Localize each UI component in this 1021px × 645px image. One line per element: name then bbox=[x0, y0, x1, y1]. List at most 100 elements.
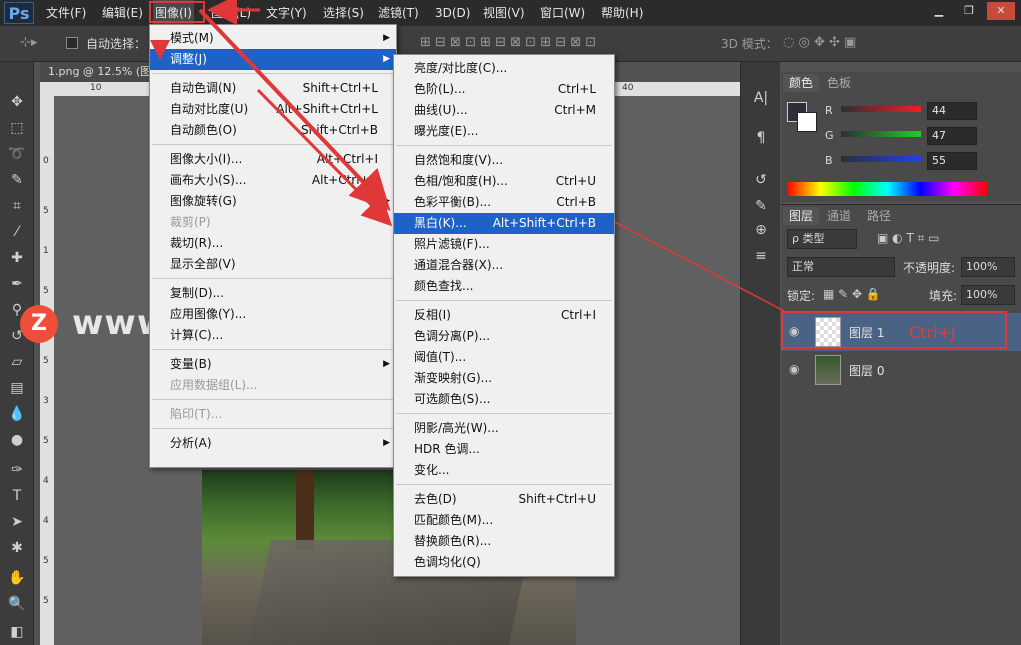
image-menu-item[interactable]: 变量(B) ▶ bbox=[150, 354, 396, 375]
menu-window[interactable]: 窗口(W) bbox=[538, 0, 587, 26]
lasso-icon[interactable]: ➰ bbox=[6, 144, 28, 164]
lock-icons[interactable]: ▦ ✎ ✥ 🔒 bbox=[823, 287, 881, 301]
adjust-menu-item[interactable]: 照片滤镜(F)... bbox=[394, 234, 614, 255]
color-spectrum-bar[interactable] bbox=[787, 182, 987, 196]
menu-select[interactable]: 选择(S) bbox=[321, 0, 366, 26]
adjust-menu-item[interactable]: 可选颜色(S)... bbox=[394, 389, 614, 410]
tool-presets-icon[interactable]: ✎ bbox=[751, 198, 771, 218]
adjust-menu-item[interactable]: 色调分离(P)... bbox=[394, 326, 614, 347]
visibility-eye-icon[interactable]: ◉ bbox=[789, 362, 799, 376]
menu-edit[interactable]: 编辑(E) bbox=[100, 0, 145, 26]
image-menu-item[interactable]: 自动色调(N) Shift+Ctrl+L bbox=[150, 78, 396, 99]
3d-tool-icons[interactable]: ◌ ◎ ✥ ✣ ▣ bbox=[783, 35, 856, 50]
menu-help[interactable]: 帮助(H) bbox=[599, 0, 645, 26]
image-menu-item[interactable]: 自动对比度(U) Alt+Shift+Ctrl+L bbox=[150, 99, 396, 120]
tab-swatches[interactable]: 色板 bbox=[821, 74, 857, 92]
image-menu-item[interactable]: 复制(D)... bbox=[150, 283, 396, 304]
adjust-menu-item[interactable]: 反相(I) Ctrl+I bbox=[394, 305, 614, 326]
adjust-menu-item[interactable]: 通道混合器(X)... bbox=[394, 255, 614, 276]
channel-g-slider[interactable] bbox=[841, 131, 921, 137]
clone-source-icon[interactable]: ⊕ bbox=[751, 222, 771, 242]
shape-icon[interactable]: ✱ bbox=[6, 538, 28, 558]
adjust-menu-item[interactable]: 匹配颜色(M)... bbox=[394, 510, 614, 531]
image-menu-item[interactable]: 图像大小(I)... Alt+Ctrl+I bbox=[150, 149, 396, 170]
minimize-icon[interactable]: ▁ bbox=[925, 2, 953, 20]
character-panel-icon[interactable]: A| bbox=[751, 90, 771, 110]
paragraph-panel-icon[interactable]: ¶ bbox=[751, 130, 771, 150]
adjust-menu-item[interactable]: 去色(D) Shift+Ctrl+U bbox=[394, 489, 614, 510]
type-icon[interactable]: T bbox=[6, 486, 28, 506]
align-icons[interactable]: ⊞ ⊟ ⊠ ⊡ ⊞ ⊟ ⊠ ⊡ ⊞ ⊟ ⊠ ⊡ bbox=[420, 35, 596, 50]
move-tool-icon[interactable]: ⊹▸ bbox=[20, 35, 37, 50]
image-menu-item[interactable]: 显示全部(V) bbox=[150, 254, 396, 275]
eraser-icon[interactable]: ▱ bbox=[6, 352, 28, 372]
adjust-menu-item[interactable]: 色阶(L)... Ctrl+L bbox=[394, 79, 614, 100]
adjust-menu-item[interactable]: 色彩平衡(B)... Ctrl+B bbox=[394, 192, 614, 213]
layer-filter-icons[interactable]: ▣ ◐ T ⌗ ▭ bbox=[877, 231, 940, 246]
opacity-input[interactable]: 100% bbox=[961, 257, 1015, 277]
image-menu-item[interactable]: 图像旋转(G) ▶ bbox=[150, 191, 396, 212]
fill-input[interactable]: 100% bbox=[961, 285, 1015, 305]
adjust-menu-item[interactable]: 曲线(U)... Ctrl+M bbox=[394, 100, 614, 121]
adjust-menu-item[interactable]: 亮度/对比度(C)... bbox=[394, 58, 614, 79]
adjust-menu-item[interactable]: 替换颜色(R)... bbox=[394, 531, 614, 552]
dodge-icon[interactable]: ● bbox=[6, 430, 28, 450]
adjust-menu-item[interactable]: 变化... bbox=[394, 460, 614, 481]
menu-type[interactable]: 文字(Y) bbox=[264, 0, 309, 26]
tab-layers[interactable]: 图层 bbox=[783, 207, 820, 225]
adjust-menu-item[interactable]: 黑白(K)... Alt+Shift+Ctrl+B bbox=[394, 213, 614, 234]
adjust-menu-item[interactable]: 颜色查找... bbox=[394, 276, 614, 297]
menu-layer[interactable]: 图层(L) bbox=[209, 0, 253, 26]
image-menu-item[interactable]: 计算(C)... bbox=[150, 325, 396, 346]
auto-select-checkbox[interactable] bbox=[66, 37, 78, 49]
marquee-icon[interactable]: ⬚ bbox=[6, 118, 28, 138]
adjust-menu-item[interactable]: 色相/饱和度(H)... Ctrl+U bbox=[394, 171, 614, 192]
eyedropper-icon[interactable]: ⁄ bbox=[6, 222, 28, 242]
image-menu-item[interactable]: 应用图像(Y)... bbox=[150, 304, 396, 325]
blend-mode-select[interactable]: 正常 bbox=[787, 257, 895, 277]
healing-icon[interactable]: ✚ bbox=[6, 248, 28, 268]
pen-icon[interactable]: ✑ bbox=[6, 460, 28, 480]
adjust-menu-item[interactable]: 阈值(T)... bbox=[394, 347, 614, 368]
gradient-icon[interactable]: ▤ bbox=[6, 378, 28, 398]
menu-filter[interactable]: 滤镜(T) bbox=[376, 0, 421, 26]
history-panel-icon[interactable]: ↺ bbox=[751, 172, 771, 192]
tab-channels[interactable]: 通道 bbox=[821, 207, 857, 225]
adjust-menu-item[interactable]: 色调均化(Q) bbox=[394, 552, 614, 573]
image-menu-item[interactable]: 模式(M) ▶ bbox=[150, 28, 396, 49]
tab-paths[interactable]: 路径 bbox=[861, 207, 897, 225]
move-icon[interactable]: ✥ bbox=[6, 92, 28, 112]
close-icon[interactable]: ✕ bbox=[987, 2, 1015, 20]
menu-view[interactable]: 视图(V) bbox=[481, 0, 527, 26]
menu-image[interactable]: 图像(I) bbox=[153, 0, 194, 26]
channel-b-slider[interactable] bbox=[841, 156, 921, 162]
tab-color[interactable]: 颜色 bbox=[783, 74, 820, 92]
adjust-menu-item[interactable]: 阴影/高光(W)... bbox=[394, 418, 614, 439]
image-menu-item[interactable]: 裁切(R)... bbox=[150, 233, 396, 254]
image-menu-item[interactable]: 自动颜色(O) Shift+Ctrl+B bbox=[150, 120, 396, 141]
layer-row[interactable]: ◉ 图层 0 bbox=[781, 351, 1021, 389]
background-color-swatch[interactable] bbox=[797, 112, 817, 132]
menu-file[interactable]: 文件(F) bbox=[44, 0, 88, 26]
path-select-icon[interactable]: ➤ bbox=[6, 512, 28, 532]
adjust-menu-item[interactable]: HDR 色调... bbox=[394, 439, 614, 460]
restore-icon[interactable]: ❐ bbox=[955, 2, 983, 20]
channel-g-value[interactable]: 47 bbox=[927, 127, 977, 145]
channel-r-slider[interactable] bbox=[841, 106, 921, 112]
image-menu-item[interactable]: 分析(A) ▶ bbox=[150, 433, 396, 454]
layer-kind-filter[interactable]: ρ 类型 bbox=[787, 229, 857, 249]
hand-icon[interactable]: ✋ bbox=[6, 568, 28, 588]
properties-icon[interactable]: ≡ bbox=[751, 248, 771, 268]
menu-3d[interactable]: 3D(D) bbox=[433, 0, 472, 26]
adjust-menu-item[interactable]: 曝光度(E)... bbox=[394, 121, 614, 142]
image-menu-item[interactable]: 调整(J) ▶ bbox=[150, 49, 396, 70]
brush-icon[interactable]: ✒ bbox=[6, 274, 28, 294]
quick-select-icon[interactable]: ✎ bbox=[6, 170, 28, 190]
color-swatch-icon[interactable]: ◧ bbox=[6, 622, 28, 642]
blur-icon[interactable]: 💧 bbox=[6, 404, 28, 424]
adjust-menu-item[interactable]: 自然饱和度(V)... bbox=[394, 150, 614, 171]
image-menu-item[interactable]: 画布大小(S)... Alt+Ctrl+C bbox=[150, 170, 396, 191]
channel-b-value[interactable]: 55 bbox=[927, 152, 977, 170]
crop-icon[interactable]: ⌗ bbox=[6, 196, 28, 216]
adjust-menu-item[interactable]: 渐变映射(G)... bbox=[394, 368, 614, 389]
